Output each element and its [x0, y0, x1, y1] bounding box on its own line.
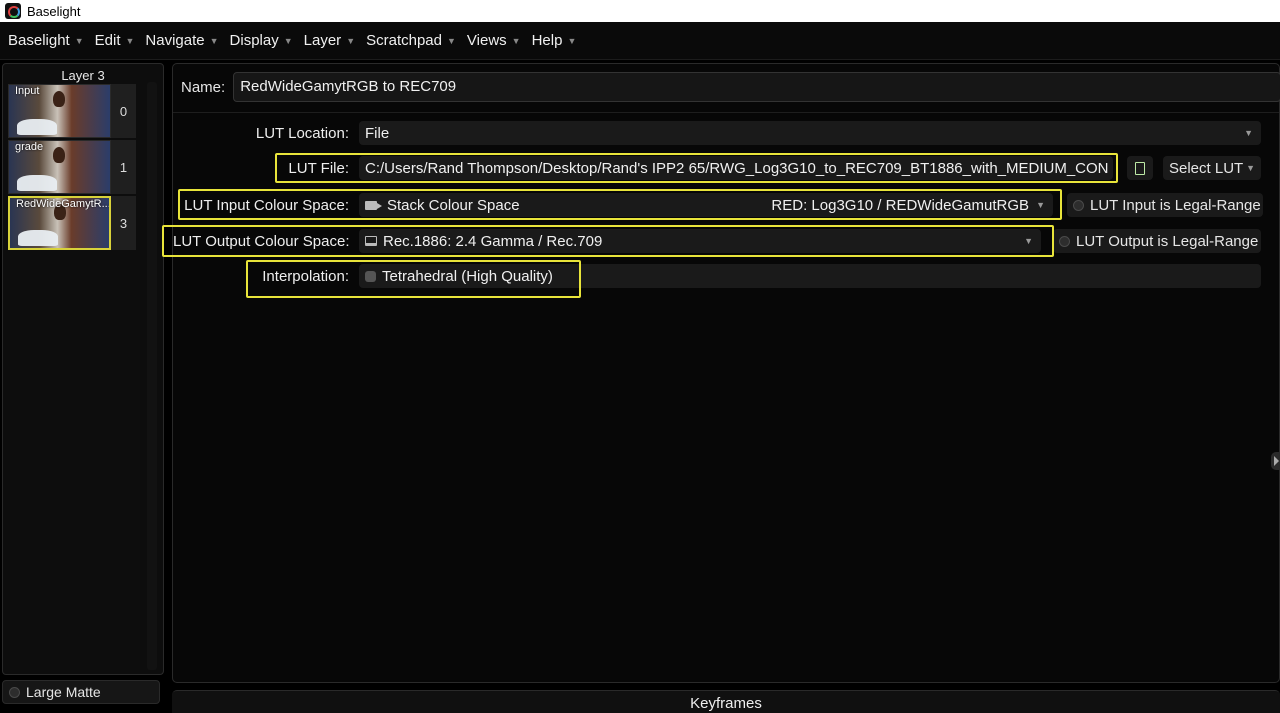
document-icon: [1135, 161, 1145, 175]
lut-location-dropdown[interactable]: File ▼: [359, 121, 1261, 145]
window-titlebar: Baselight: [0, 0, 1280, 22]
menu-edit[interactable]: Edit ▼: [95, 32, 135, 49]
layer-item-redwidegamut[interactable]: RedWideGamytR... 3: [8, 196, 136, 250]
chevron-down-icon: ▼: [447, 35, 456, 46]
layer-item-input[interactable]: Input 0: [8, 84, 136, 138]
name-row: Name: RedWideGamytRGB to REC709: [173, 72, 1280, 102]
keyframes-panel: Keyframes: [172, 690, 1280, 713]
radio-icon: [9, 686, 20, 698]
radio-icon: [1059, 235, 1070, 247]
divider: [173, 112, 1279, 113]
chevron-down-icon: ▼: [567, 35, 577, 46]
baselight-app-icon: [5, 3, 21, 19]
layers-panel: Layer 3 Input 0 grade 1 RedWideGamytR...…: [2, 63, 164, 675]
chevron-down-icon: ▼: [1246, 163, 1255, 173]
layer-number: 0: [119, 103, 128, 119]
layer-number: 1: [119, 159, 128, 175]
menu-display[interactable]: Display ▼: [230, 32, 293, 49]
highlight-output-colour-space: [162, 225, 1054, 257]
lut-input-legal-range-label: LUT Input is Legal-Range: [1090, 196, 1261, 214]
layer-item-grade[interactable]: grade 1: [8, 140, 136, 194]
chevron-down-icon: ▼: [125, 35, 135, 46]
radio-icon: [1073, 199, 1084, 211]
menu-scratchpad[interactable]: Scratchpad ▼: [366, 32, 456, 49]
layer-thumbnail: RedWideGamytR...: [8, 196, 111, 250]
lut-location-value: File: [365, 124, 390, 142]
chevron-down-icon: ▼: [1244, 128, 1253, 138]
select-lut-button[interactable]: Select LUT ▼: [1163, 156, 1261, 180]
layer-label: grade: [15, 141, 44, 153]
expand-panel-arrow-icon[interactable]: [1271, 452, 1280, 470]
lut-output-legal-range-label: LUT Output is Legal-Range: [1076, 232, 1259, 250]
chevron-down-icon: ▼: [511, 35, 521, 46]
layer-thumbnail: Input: [8, 84, 111, 138]
browse-file-button[interactable]: [1127, 156, 1153, 180]
layer-thumbnail: grade: [8, 140, 111, 194]
menu-layer[interactable]: Layer ▼: [304, 32, 355, 49]
layers-scrollbar[interactable]: [147, 82, 157, 670]
menu-baselight[interactable]: Baselight ▼: [8, 32, 84, 49]
large-matte-label: Large Matte: [26, 684, 101, 700]
layer-label: Input: [15, 85, 40, 97]
lut-operator-panel: Name: RedWideGamytRGB to REC709 LUT Loca…: [162, 63, 1280, 683]
select-lut-label: Select LUT: [1169, 159, 1244, 177]
lut-output-legal-range-toggle[interactable]: LUT Output is Legal-Range: [1053, 229, 1261, 253]
window-title: Baselight: [27, 3, 81, 19]
menu-help[interactable]: Help ▼: [532, 32, 577, 49]
menu-navigate[interactable]: Navigate ▼: [145, 32, 218, 49]
highlight-input-colour-space: [178, 189, 1062, 220]
chevron-down-icon: ▼: [346, 35, 356, 46]
menu-bar: Baselight ▼ Edit ▼ Navigate ▼ Display ▼ Laye…: [0, 22, 1280, 60]
large-matte-toggle[interactable]: Large Matte: [2, 680, 160, 704]
name-label: Name:: [181, 78, 226, 96]
menu-views[interactable]: Views ▼: [467, 32, 521, 49]
highlight-lut-file: [275, 153, 1118, 183]
chevron-down-icon: ▼: [283, 35, 293, 46]
layer-label: RedWideGamytR...: [16, 198, 111, 210]
highlight-interpolation: [246, 260, 581, 298]
name-input[interactable]: RedWideGamytRGB to REC709: [233, 72, 1280, 102]
lut-input-legal-range-toggle[interactable]: LUT Input is Legal-Range: [1067, 193, 1263, 217]
layer-number: 3: [119, 215, 128, 231]
layers-panel-title: Layer 3: [61, 68, 105, 83]
lut-location-label: LUT Location:: [255, 124, 349, 142]
keyframes-title: Keyframes: [690, 695, 762, 712]
chevron-down-icon: ▼: [209, 35, 219, 46]
chevron-down-icon: ▼: [74, 35, 84, 46]
lut-location-row: LUT Location: File ▼: [173, 121, 1261, 145]
